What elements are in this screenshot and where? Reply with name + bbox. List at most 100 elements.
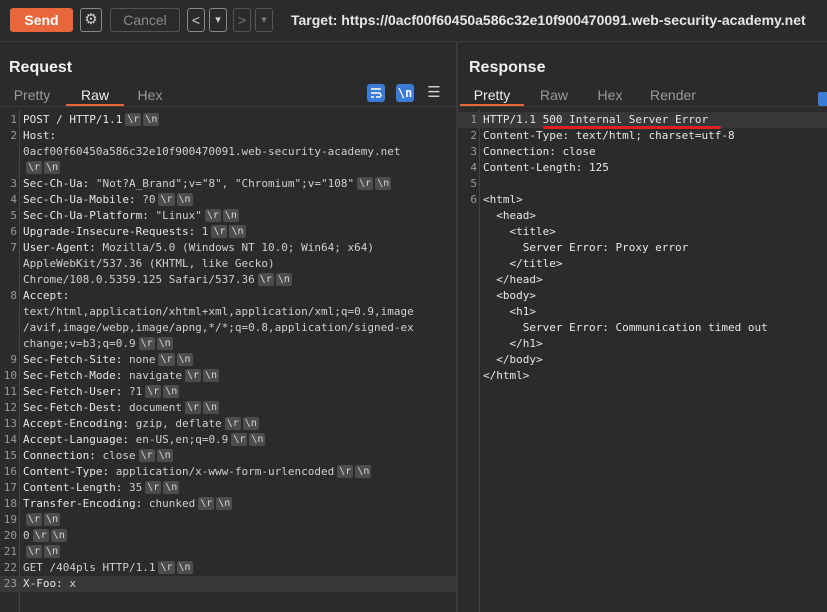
request-line[interactable]: 3 Sec-Ch-Ua: "Not?A_Brand";v="8", "Chromi… (0, 176, 456, 192)
request-line[interactable]: 18 Transfer-Encoding: chunked \r \n (0, 496, 456, 512)
request-line[interactable]: Chrome/108.0.5359.125 Safari/537.36 \r \n (0, 272, 456, 288)
header-value: 0 (23, 529, 30, 542)
request-line[interactable]: \r \n (0, 160, 456, 176)
header-value: ?1 (122, 385, 143, 398)
tab-request-pretty[interactable]: Pretty (12, 86, 52, 106)
response-line[interactable]: 6 <html> (458, 192, 827, 208)
tab-response-render[interactable]: Render (648, 86, 698, 106)
response-line[interactable]: 4 Content-Length: 125 (458, 160, 827, 176)
back-button[interactable]: < (187, 8, 205, 32)
tab-request-hex[interactable]: Hex (135, 86, 165, 106)
line-text: AppleWebKit/537.36 (KHTML, like Gecko) (23, 256, 275, 272)
request-line[interactable]: 6 Upgrade-Insecure-Requests: 1 \r \n (0, 224, 456, 240)
request-editor[interactable]: 1 POST / HTTP/1.1 \r \n 2 Host: 0acf00f60450a5… (0, 110, 456, 612)
request-line[interactable]: 5 Sec-Ch-Ua-Platform: "Linux" \r \n (0, 208, 456, 224)
request-line[interactable]: 8 Accept: (0, 288, 456, 304)
response-line[interactable]: <h1> (458, 304, 827, 320)
request-line[interactable]: change;v=b3;q=0.9 \r \n (0, 336, 456, 352)
target-url[interactable]: Target: https://0acf00f60450a586c32e10f9… (291, 12, 806, 28)
response-line[interactable]: 3 Connection: close (458, 144, 827, 160)
tab-response-hex[interactable]: Hex (595, 86, 625, 106)
response-editor[interactable]: 1 HTTP/1.1 500 Internal Server Error 2 Cont… (458, 110, 827, 612)
response-line[interactable]: </title> (458, 256, 827, 272)
request-line[interactable]: 16 Content-Type: application/x-www-form-u… (0, 464, 456, 480)
forward-button[interactable]: > (233, 8, 251, 32)
request-line[interactable]: /avif,image/webp,image/apng,*/*;q=0.8,ap… (0, 320, 456, 336)
response-line[interactable]: </body> (458, 352, 827, 368)
header-name: Sec-Ch-Ua-Mobile: (23, 193, 136, 206)
line-text: <h1> (483, 305, 536, 318)
cr-marker: \r (257, 273, 274, 286)
line-text: <title> (483, 225, 556, 238)
line-number: 5 (470, 177, 477, 190)
request-line[interactable]: text/html,application/xhtml+xml,applicat… (0, 304, 456, 320)
response-line[interactable]: Server Error: Communication timed out (458, 320, 827, 336)
cr-marker: \r (26, 161, 43, 174)
response-toolbar-overflow[interactable] (818, 92, 827, 106)
request-line[interactable]: 15 Connection: close \r \n (0, 448, 456, 464)
line-text: change;v=b3;q=0.9 \r \n (23, 336, 173, 352)
line-number: 6 (10, 225, 17, 238)
cr-marker: \r (26, 513, 43, 526)
header-value: document (122, 401, 182, 414)
lf-marker: \n (163, 481, 180, 494)
line-text: Sec-Fetch-Site: none \r \n (23, 352, 193, 368)
request-line[interactable]: 23 X-Foo: x (0, 576, 456, 592)
request-line[interactable]: 14 Accept-Language: en-US,en;q=0.9 \r \n (0, 432, 456, 448)
send-button[interactable]: Send (10, 8, 73, 32)
line-text: Sec-Fetch-Dest: document \r \n (23, 400, 220, 416)
request-line[interactable]: 21 \r \n (0, 544, 456, 560)
line-number: 11 (3, 385, 17, 398)
gear-button[interactable]: ⚙ (80, 8, 102, 32)
cr-marker: \r (158, 193, 175, 206)
request-line[interactable]: 10 Sec-Fetch-Mode: navigate \r \n (0, 368, 456, 384)
header-value: en-US,en;q=0.9 (128, 433, 229, 446)
line-text: POST / HTTP/1.1 \r \n (23, 112, 160, 128)
header-value: "Not?A_Brand";v="8", "Chromium";v="108" (89, 177, 355, 190)
response-line[interactable]: 2 Content-Type: text/html; charset=utf-8 (458, 128, 827, 144)
request-line[interactable]: 22 GET /404pls HTTP/1.1 \r \n (0, 560, 456, 576)
response-line[interactable]: <title> (458, 224, 827, 240)
request-line[interactable]: 13 Accept-Encoding: gzip, deflate \r \n (0, 416, 456, 432)
wrap-icon (371, 88, 382, 98)
request-menu-button[interactable]: ☰ (426, 84, 442, 102)
request-line[interactable]: 11 Sec-Fetch-User: ?1 \r \n (0, 384, 456, 400)
response-line[interactable]: </html> (458, 368, 827, 384)
request-line[interactable]: AppleWebKit/537.36 (KHTML, like Gecko) (0, 256, 456, 272)
cancel-button[interactable]: Cancel (110, 8, 180, 32)
line-number: 3 (10, 177, 17, 190)
request-line[interactable]: 7 User-Agent: Mozilla/5.0 (Windows NT 10.… (0, 240, 456, 256)
request-line[interactable]: 20 0 \r \n (0, 528, 456, 544)
show-newlines-button[interactable]: \n (396, 84, 414, 102)
line-number: 18 (3, 497, 17, 510)
forward-history-dropdown[interactable]: ▾ (255, 8, 273, 32)
lf-marker: \n (275, 273, 292, 286)
cr-marker: \r (357, 177, 374, 190)
request-line[interactable]: 4 Sec-Ch-Ua-Mobile: ?0 \r \n (0, 192, 456, 208)
line-text: Accept-Language: en-US,en;q=0.9 \r \n (23, 432, 266, 448)
cr-marker: \r (224, 417, 241, 430)
tab-request-raw[interactable]: Raw (66, 86, 124, 106)
line-text: Server Error: Communication timed out (483, 321, 768, 334)
lf-marker: \n (355, 465, 372, 478)
request-line[interactable]: 2 Host: (0, 128, 456, 144)
back-history-dropdown[interactable]: ▾ (209, 8, 227, 32)
response-line[interactable]: </h1> (458, 336, 827, 352)
line-text: Sec-Ch-Ua-Mobile: ?0 \r \n (23, 192, 193, 208)
toolbar: Send ⚙ Cancel < ▾ > ▾ Target: https://0a… (0, 0, 827, 42)
line-text: <head> (483, 209, 536, 222)
request-line[interactable]: 19 \r \n (0, 512, 456, 528)
response-line[interactable]: <body> (458, 288, 827, 304)
response-line[interactable]: <head> (458, 208, 827, 224)
response-line[interactable]: Server Error: Proxy error (458, 240, 827, 256)
tab-response-raw[interactable]: Raw (536, 86, 572, 106)
wrap-lines-button[interactable] (367, 84, 385, 102)
request-line[interactable]: 17 Content-Length: 35 \r \n (0, 480, 456, 496)
request-line[interactable]: 9 Sec-Fetch-Site: none \r \n (0, 352, 456, 368)
tab-response-pretty[interactable]: Pretty (460, 86, 524, 106)
response-line[interactable]: </head> (458, 272, 827, 288)
request-line[interactable]: 1 POST / HTTP/1.1 \r \n (0, 112, 456, 128)
request-line[interactable]: 12 Sec-Fetch-Dest: document \r \n (0, 400, 456, 416)
request-line[interactable]: 0acf00f60450a586c32e10f900470091.web-sec… (0, 144, 456, 160)
response-line[interactable]: 5 (458, 176, 827, 192)
